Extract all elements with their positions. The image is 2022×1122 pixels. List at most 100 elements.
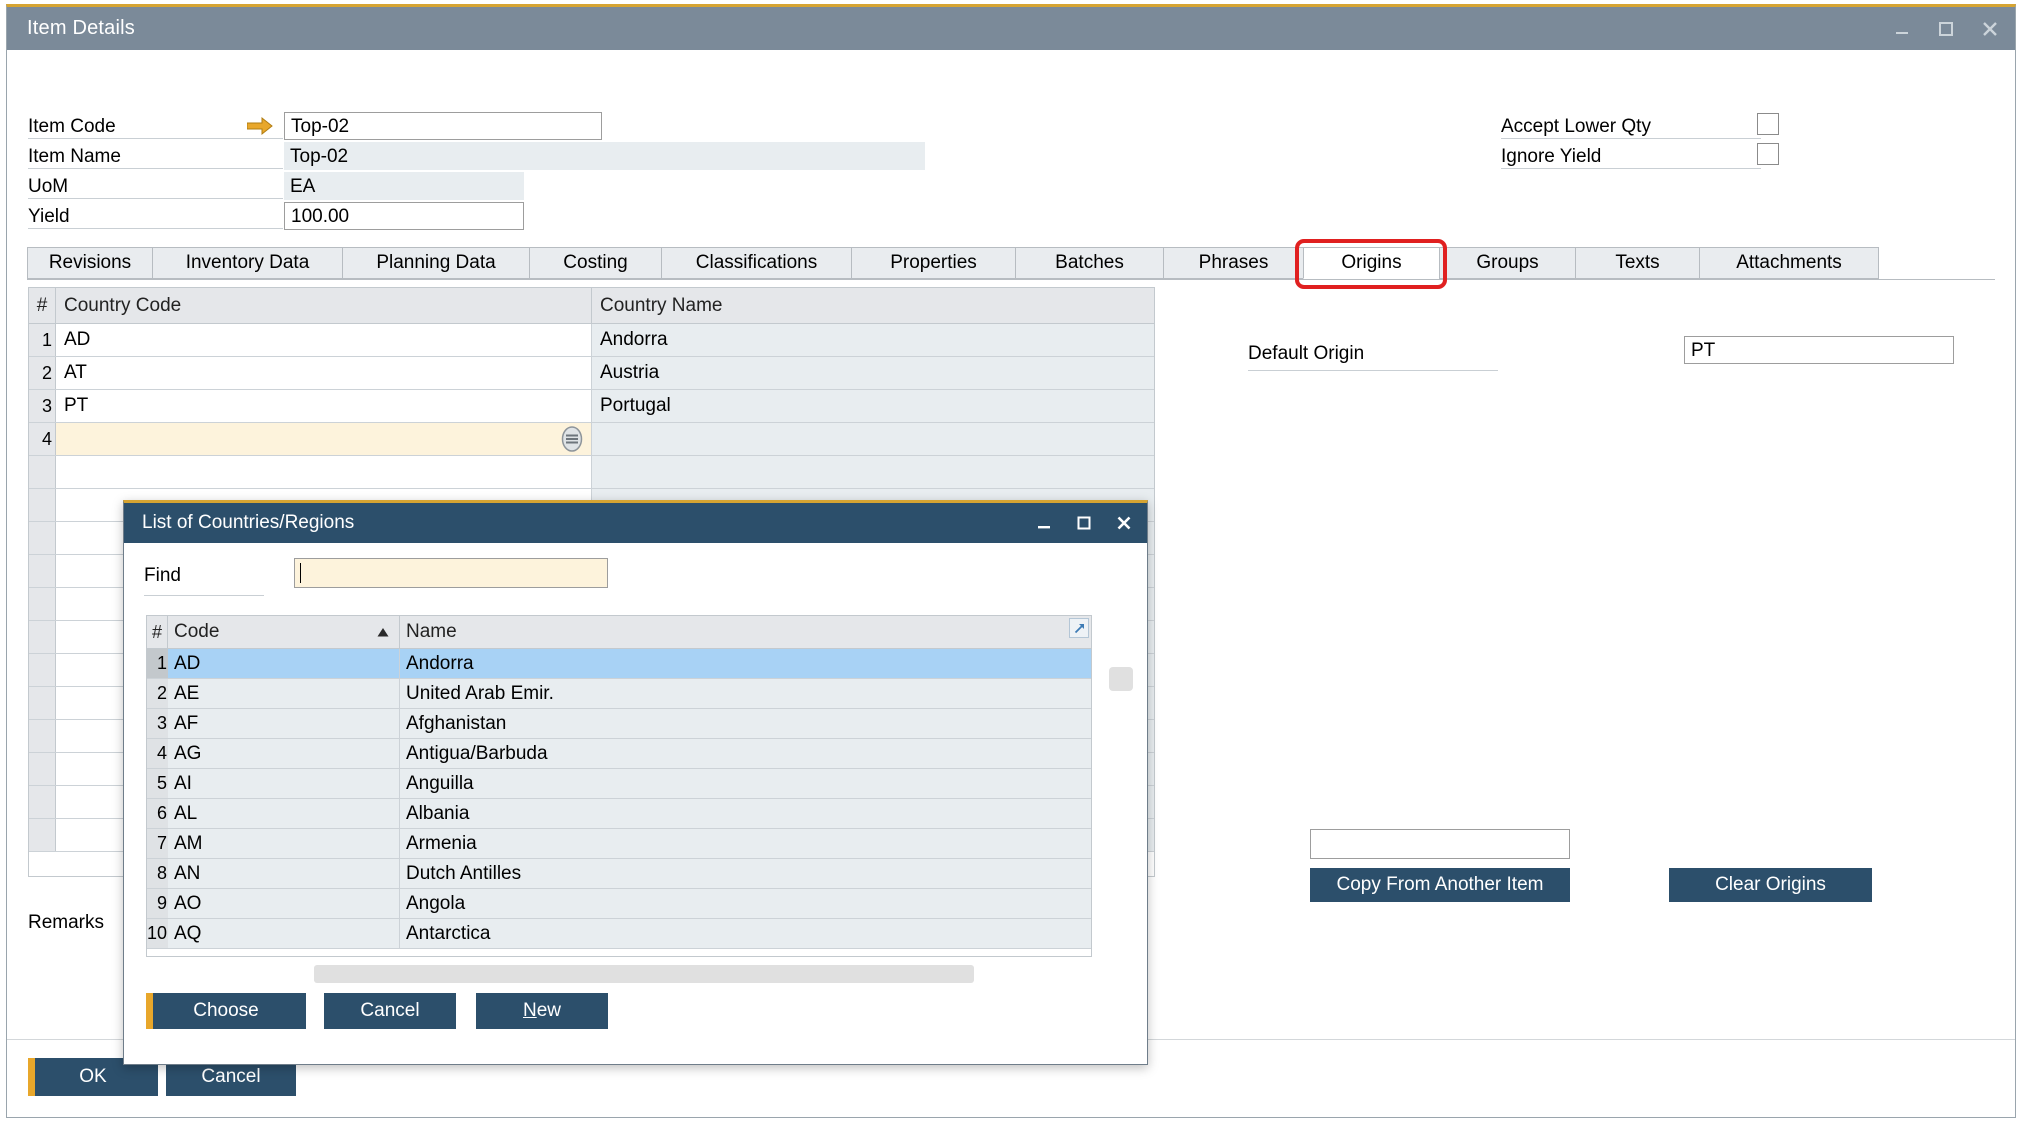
list-of-countries-dialog: List of Countries/Regions Find # Code Na… [123, 500, 1148, 1065]
copy-source-item-input[interactable] [1310, 829, 1570, 859]
row-number [29, 522, 56, 554]
country-code-cell: AL [168, 799, 400, 828]
item-details-window: Item Details Item Code Top-02 Item Name … [6, 4, 2016, 1118]
cancel-button[interactable]: Cancel [324, 993, 456, 1029]
yield-input[interactable]: 100.00 [284, 202, 524, 230]
dialog-close-icon[interactable] [1113, 512, 1135, 534]
origins-row[interactable] [29, 456, 1154, 489]
countries-list-grid[interactable]: # Code Name 1 AD Andorra 2 AE United Ara… [146, 615, 1092, 957]
form-body: Item Code Top-02 Item Name Top-02 UoM EA… [7, 50, 2015, 1117]
choose-button[interactable]: Choose [146, 993, 306, 1029]
row-number [29, 654, 56, 686]
country-code-cell: AQ [168, 919, 400, 948]
country-code-cell[interactable] [56, 423, 592, 455]
tab-label: Phrases [1198, 252, 1269, 273]
accept-lower-qty-checkbox[interactable] [1757, 113, 1779, 135]
list-item[interactable]: 9 AO Angola [147, 889, 1091, 919]
list-item[interactable]: 3 AF Afghanistan [147, 709, 1091, 739]
tab-groups[interactable]: Groups [1439, 247, 1575, 279]
country-code-value: PT [64, 395, 89, 416]
tab-texts[interactable]: Texts [1575, 247, 1699, 279]
clear-origins-button[interactable]: Clear Origins [1669, 868, 1872, 902]
country-name-cell[interactable]: Portugal [592, 390, 1154, 422]
countries-list-hscrollbar[interactable] [314, 965, 974, 983]
row-number: 10 [147, 919, 168, 948]
row-number [29, 555, 56, 587]
tab-label: Groups [1476, 252, 1539, 273]
country-code-cell[interactable]: AD [56, 324, 592, 356]
country-code-cell: AF [168, 709, 400, 738]
new-button[interactable]: New [476, 993, 608, 1029]
countries-list-vscroll-thumb[interactable] [1109, 667, 1133, 691]
origins-row[interactable]: 4 [29, 423, 1154, 456]
uom-label-row: UoM [28, 172, 283, 201]
ignore-yield-checkbox[interactable] [1757, 143, 1779, 165]
country-code-cell[interactable] [56, 456, 592, 488]
tab-phrases[interactable]: Phrases [1163, 247, 1303, 279]
item-name-label-row: Item Name [28, 142, 283, 171]
list-item[interactable]: 7 AM Armenia [147, 829, 1091, 859]
tab-label: Costing [563, 252, 628, 273]
label-underline [1501, 168, 1761, 169]
country-name-cell[interactable] [592, 456, 1154, 488]
expand-icon[interactable] [1069, 618, 1089, 638]
col-header-number: # [147, 616, 168, 648]
tab-origins[interactable]: Origins [1303, 247, 1439, 279]
tab-batches[interactable]: Batches [1015, 247, 1163, 279]
orange-arrow-icon[interactable] [246, 116, 273, 136]
tab-properties[interactable]: Properties [851, 247, 1015, 279]
country-name-cell: Afghanistan [400, 709, 1091, 738]
row-number: 9 [147, 889, 168, 918]
dialog-minimize-icon[interactable] [1033, 512, 1055, 534]
maximize-icon[interactable] [1935, 18, 1957, 40]
item-name-input[interactable]: Top-02 [284, 142, 925, 170]
default-origin-input[interactable]: PT [1684, 336, 1954, 364]
country-name-cell[interactable] [592, 423, 1154, 455]
label-underline [28, 198, 283, 199]
country-code-cell: AE [168, 679, 400, 708]
country-code-cell[interactable]: PT [56, 390, 592, 422]
row-number [29, 456, 56, 488]
tab-label: Origins [1341, 252, 1402, 273]
tab-inventory-data[interactable]: Inventory Data [152, 247, 342, 279]
tab-revisions[interactable]: Revisions [27, 247, 152, 279]
item-code-input[interactable]: Top-02 [284, 112, 602, 140]
country-code-cell: AG [168, 739, 400, 768]
tab-attachments[interactable]: Attachments [1699, 247, 1879, 279]
tab-label: Inventory Data [185, 252, 310, 273]
row-number [29, 786, 56, 818]
tab-costing[interactable]: Costing [529, 247, 661, 279]
list-item[interactable]: 6 AL Albania [147, 799, 1091, 829]
country-name-cell: Dutch Antilles [400, 859, 1091, 888]
copy-from-another-item-button[interactable]: Copy From Another Item [1310, 868, 1570, 902]
origins-row[interactable]: 3 PT Portugal [29, 390, 1154, 423]
country-name-cell: Antarctica [400, 919, 1091, 948]
list-item[interactable]: 2 AE United Arab Emir. [147, 679, 1091, 709]
tab-label: Properties [890, 252, 977, 273]
default-origin-label: Default Origin [1248, 343, 1365, 364]
choose-from-list-icon[interactable] [561, 426, 583, 452]
uom-input[interactable]: EA [284, 172, 524, 200]
tab-classifications[interactable]: Classifications [661, 247, 851, 279]
origins-row[interactable]: 1 AD Andorra [29, 324, 1154, 357]
row-number [29, 819, 56, 851]
country-name-cell[interactable]: Andorra [592, 324, 1154, 356]
country-code-cell: AI [168, 769, 400, 798]
country-name-cell[interactable]: Austria [592, 357, 1154, 389]
list-item[interactable]: 5 AI Anguilla [147, 769, 1091, 799]
close-icon[interactable] [1979, 18, 2001, 40]
find-input[interactable] [294, 558, 608, 588]
minimize-icon[interactable] [1891, 18, 1913, 40]
list-item[interactable]: 10 AQ Antarctica [147, 919, 1091, 949]
col-header-code[interactable]: Code [168, 616, 400, 648]
list-item[interactable]: 8 AN Dutch Antilles [147, 859, 1091, 889]
list-item[interactable]: 1 AD Andorra [147, 649, 1091, 679]
list-item[interactable]: 4 AG Antigua/Barbuda [147, 739, 1091, 769]
country-code-cell[interactable]: AT [56, 357, 592, 389]
label-underline [28, 138, 283, 139]
dialog-title: List of Countries/Regions [142, 512, 355, 533]
tab-planning-data[interactable]: Planning Data [342, 247, 529, 279]
row-number [29, 720, 56, 752]
origins-row[interactable]: 2 AT Austria [29, 357, 1154, 390]
dialog-maximize-icon[interactable] [1073, 512, 1095, 534]
